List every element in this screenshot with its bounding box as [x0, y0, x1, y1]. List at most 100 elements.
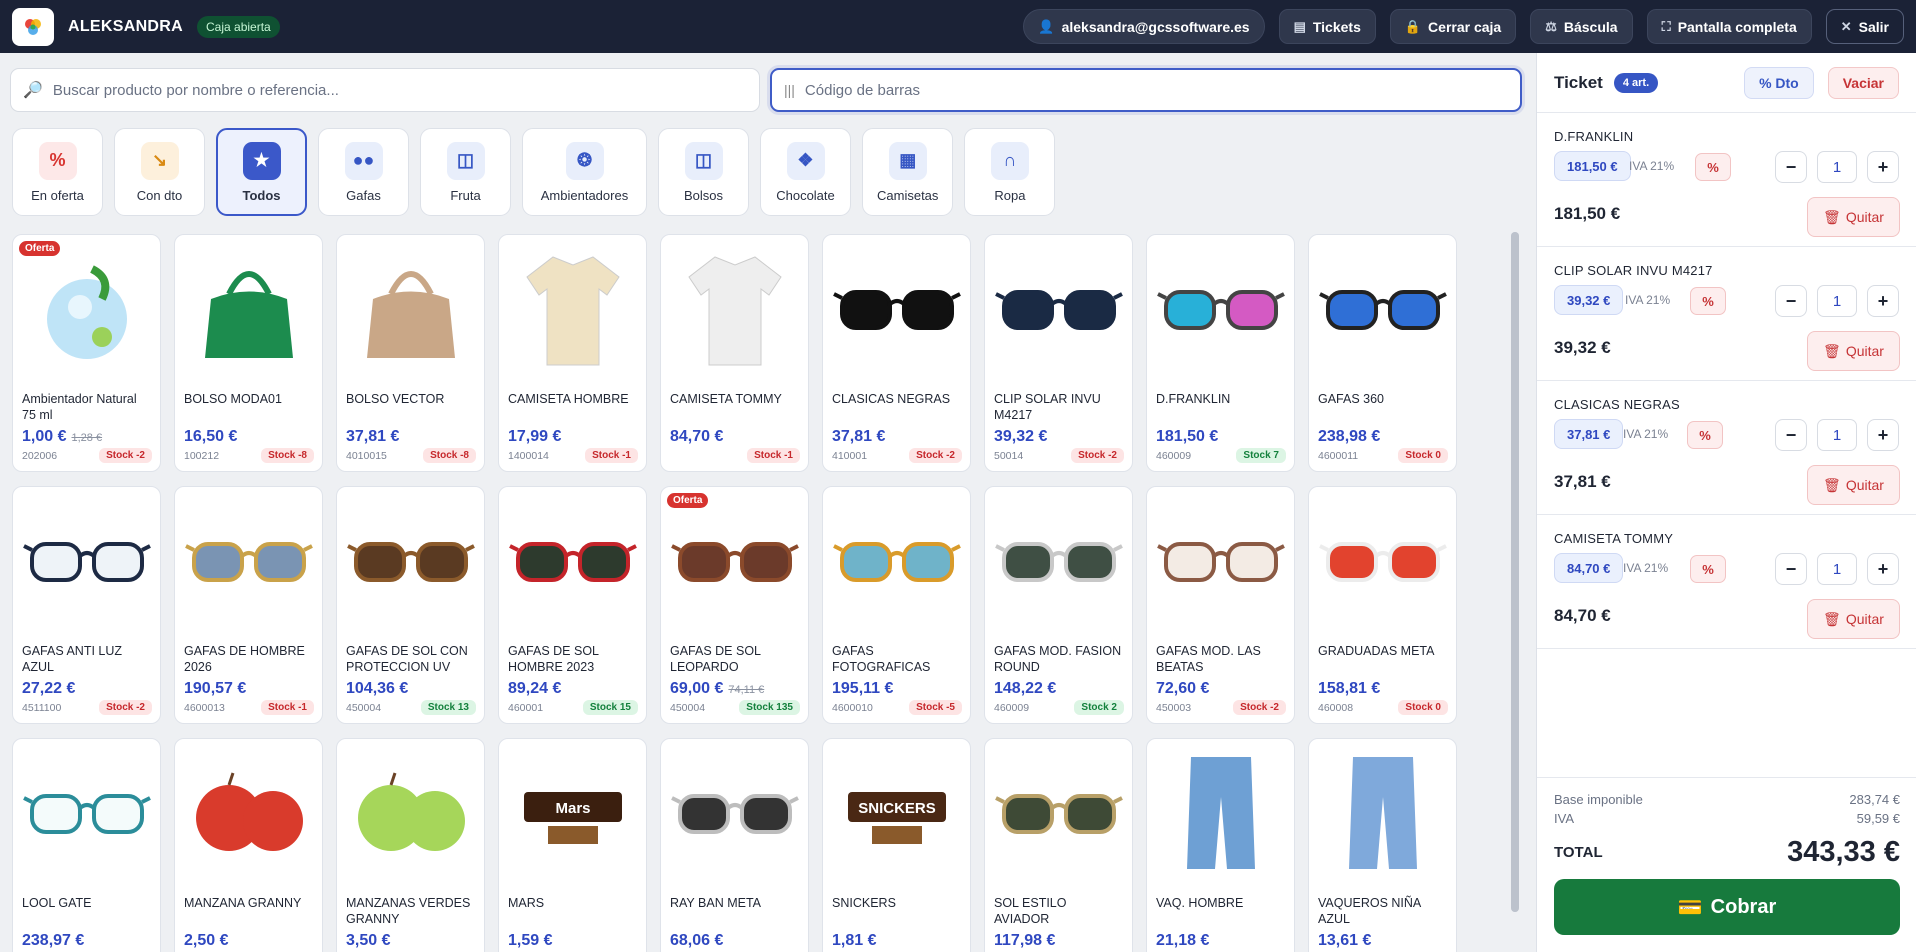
category-bolsos[interactable]: ◫ Bolsos: [658, 128, 749, 216]
product-card[interactable]: MANZANAS VERDES GRANNY 3,50 €: [336, 738, 485, 952]
grand-total-row: TOTAL 343,33 €: [1554, 836, 1900, 869]
category-todos[interactable]: ★ Todos: [216, 128, 307, 216]
product-ref: 4010015: [346, 450, 387, 462]
category-con-dto[interactable]: ↘ Con dto: [114, 128, 205, 216]
increase-qty-button[interactable]: +: [1867, 553, 1899, 585]
app-logo[interactable]: [12, 7, 54, 46]
product-price: 117,98 €: [994, 932, 1055, 950]
line-discount-button[interactable]: %: [1687, 421, 1723, 449]
category-camisetas[interactable]: ▦ Camisetas: [862, 128, 954, 216]
category-label: Todos: [242, 187, 281, 203]
line-unit-price[interactable]: 37,81 €: [1554, 419, 1624, 449]
product-card[interactable]: VAQ. HOMBRE 21,18 €: [1146, 738, 1295, 952]
product-card[interactable]: SOL ESTILO AVIADOR 117,98 €: [984, 738, 1133, 952]
empty-ticket-button[interactable]: Vaciar: [1827, 66, 1899, 99]
product-card[interactable]: GAFAS FOTOGRAFICAS 195,11 € 4600010 Stock -…: [822, 486, 971, 724]
svg-text:Mars: Mars: [555, 800, 590, 817]
decrease-qty-button[interactable]: −: [1775, 419, 1807, 451]
receipt-icon: ▤: [1293, 18, 1306, 34]
category-label: Gafas: [346, 187, 381, 203]
product-card[interactable]: BOLSO MODA01 16,50 € 100212 Stock -8: [174, 234, 323, 472]
fullscreen-button[interactable]: ⛶ Pantalla completa: [1646, 9, 1812, 44]
product-price: 37,81 €: [832, 428, 885, 446]
product-card[interactable]: Oferta Ambientador Natural 75 ml 1,00 € 1,2…: [12, 234, 161, 472]
product-card[interactable]: CAMISETA HOMBRE 17,99 € 1400014 Stock -1: [498, 234, 647, 472]
barcode-input[interactable]: ||| Código de barras: [770, 68, 1522, 112]
product-price: 104,36 €: [346, 680, 408, 698]
product-card[interactable]: GAFAS MOD. FASION ROUND 148,22 € 460009 Sto…: [984, 486, 1133, 724]
scrollbar-thumb[interactable]: [1511, 232, 1519, 912]
product-card[interactable]: GAFAS ANTI LUZ AZUL 27,22 € 4511100 Stock -…: [12, 486, 161, 724]
line-discount-button[interactable]: %: [1690, 555, 1726, 583]
decrease-qty-button[interactable]: −: [1775, 285, 1807, 317]
product-ref: 450003: [1156, 702, 1192, 714]
product-card[interactable]: GAFAS DE SOL CON PROTECCION UV 104,36 € 45…: [336, 486, 485, 724]
line-unit-price[interactable]: 181,50 €: [1554, 151, 1631, 181]
decrease-qty-button[interactable]: −: [1775, 553, 1807, 585]
category-en-oferta[interactable]: % En oferta: [12, 128, 103, 216]
iva-label: IVA: [1554, 811, 1574, 826]
product-image: [175, 739, 322, 887]
product-image: [1147, 487, 1294, 635]
product-card[interactable]: D.FRANKLIN 181,50 € 460009 Stock 7: [1146, 234, 1295, 472]
product-card[interactable]: CAMISETA TOMMY 84,70 € Stock -1: [660, 234, 809, 472]
qty-input[interactable]: 1: [1817, 151, 1857, 183]
scale-button[interactable]: ⚖ Báscula: [1530, 9, 1633, 44]
product-card[interactable]: CLIP SOLAR INVU M4217 39,32 € 50014 Stock -…: [984, 234, 1133, 472]
qty-input[interactable]: 1: [1817, 285, 1857, 317]
ticket-discount-button[interactable]: % Dto: [1744, 66, 1814, 99]
remove-line-button[interactable]: 🗑 Quitar: [1807, 331, 1900, 371]
product-card[interactable]: Oferta GAFAS DE SOL LEOPARDO 69,00 € 74,11 …: [660, 486, 809, 724]
tickets-button[interactable]: ▤ Tickets: [1278, 9, 1376, 44]
qty-input[interactable]: 1: [1817, 553, 1857, 585]
product-card[interactable]: CLASICAS NEGRAS 37,81 € 410001 Stock -2: [822, 234, 971, 472]
product-image: [661, 235, 808, 383]
remove-line-button[interactable]: 🗑 Quitar: [1807, 465, 1900, 505]
increase-qty-button[interactable]: +: [1867, 285, 1899, 317]
product-card[interactable]: LOOL GATE 238,97 €: [12, 738, 161, 952]
category-bar: % En oferta ↘ Con dto ★ Todos ●● Gafas ◫ Frut…: [12, 128, 1056, 216]
product-card[interactable]: VAQUEROS NIÑA AZUL 13,61 €: [1308, 738, 1457, 952]
exit-button[interactable]: ✕ Salir: [1825, 9, 1904, 44]
product-card[interactable]: SNICKERS SNICKERS 1,81 €: [822, 738, 971, 952]
product-grid-scrollbar[interactable]: [1511, 232, 1519, 912]
product-card[interactable]: GAFAS 360 238,98 € 4600011 Stock 0: [1308, 234, 1457, 472]
product-name: MANZANAS VERDES GRANNY: [346, 896, 471, 926]
increase-qty-button[interactable]: +: [1867, 151, 1899, 183]
product-name: VAQUEROS NIÑA AZUL: [1318, 896, 1421, 926]
product-card[interactable]: MANZANA GRANNY 2,50 €: [174, 738, 323, 952]
product-card[interactable]: RAY BAN META 68,06 €: [660, 738, 809, 952]
remove-line-button[interactable]: 🗑 Quitar: [1807, 599, 1900, 639]
product-price: 16,50 €: [184, 428, 237, 446]
product-ref: 460008: [1318, 702, 1354, 714]
line-unit-price[interactable]: 84,70 €: [1554, 553, 1624, 583]
decrease-qty-button[interactable]: −: [1775, 151, 1807, 183]
barcode-placeholder: Código de barras: [804, 81, 920, 99]
user-email-button[interactable]: 👤 aleksandra@gcssoftware.es: [1023, 9, 1265, 44]
product-search-input[interactable]: 🔎 Buscar producto por nombre o referenci…: [10, 68, 760, 112]
increase-qty-button[interactable]: +: [1867, 419, 1899, 451]
category-fruta[interactable]: ◫ Fruta: [420, 128, 511, 216]
product-card[interactable]: Mars MARS 1,59 €: [498, 738, 647, 952]
product-name: GRADUADAS META: [1318, 644, 1435, 658]
line-discount-button[interactable]: %: [1695, 153, 1731, 181]
product-card[interactable]: GAFAS DE SOL HOMBRE 2023 89,24 € 460001 Sto…: [498, 486, 647, 724]
line-total: 37,81 €: [1554, 472, 1611, 491]
product-card[interactable]: GAFAS DE HOMBRE 2026 190,57 € 4600013 Stock…: [174, 486, 323, 724]
category-ambientadores[interactable]: ❂ Ambientadores: [522, 128, 647, 216]
pay-button[interactable]: 💳 Cobrar: [1554, 879, 1900, 935]
close-register-button[interactable]: 🔒 Cerrar caja: [1389, 9, 1517, 44]
category-chocolate[interactable]: ❖ Chocolate: [760, 128, 851, 216]
stock-badge: Stock 0: [1398, 700, 1448, 715]
product-card[interactable]: GAFAS MOD. LAS BEATAS 72,60 € 450003 Stock …: [1146, 486, 1295, 724]
ticket-line: D.FRANKLIN 181,50 € IVA 21% % − 1 + 181,…: [1537, 113, 1916, 247]
stock-badge: Stock 135: [739, 700, 800, 715]
product-card[interactable]: GRADUADAS META 158,81 € 460008 Stock 0: [1308, 486, 1457, 724]
product-card[interactable]: BOLSO VECTOR 37,81 € 4010015 Stock -8: [336, 234, 485, 472]
category-ropa[interactable]: ∩ Ropa: [964, 128, 1056, 216]
remove-line-button[interactable]: 🗑 Quitar: [1807, 197, 1900, 237]
category-gafas[interactable]: ●● Gafas: [318, 128, 409, 216]
qty-input[interactable]: 1: [1817, 419, 1857, 451]
line-unit-price[interactable]: 39,32 €: [1554, 285, 1624, 315]
line-discount-button[interactable]: %: [1690, 287, 1726, 315]
